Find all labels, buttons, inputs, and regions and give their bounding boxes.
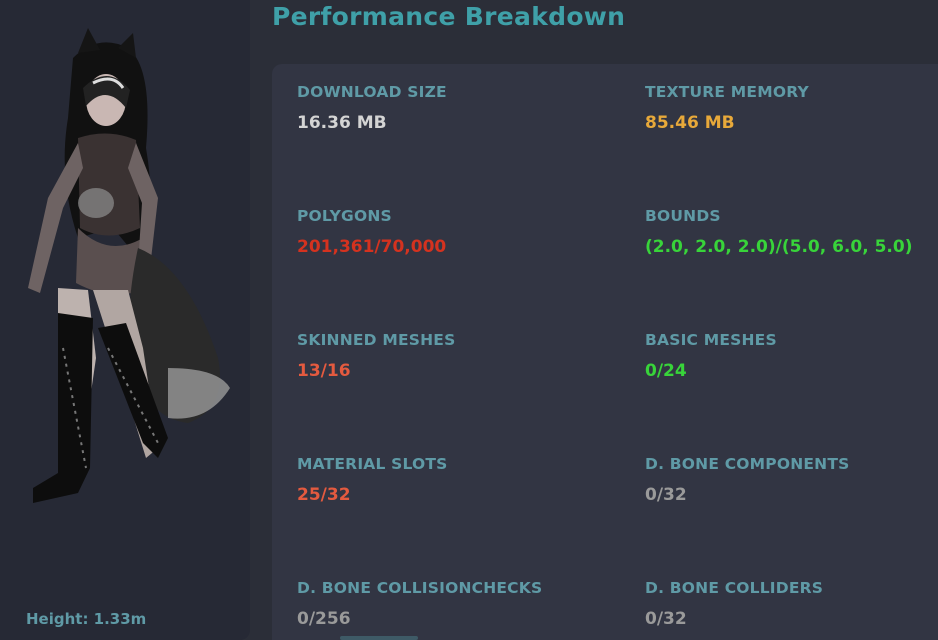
stat-label: D. BONE COLLIDERS [645, 579, 824, 597]
stat-value: 13/16 [297, 361, 351, 381]
stat-value: 85.46 MB [645, 113, 735, 133]
stat-label: BOUNDS [645, 207, 721, 225]
stat-label: DOWNLOAD SIZE [297, 83, 447, 101]
stat-skinned-meshes: SKINNED MESHES 13/16 [297, 331, 455, 381]
stat-value: 25/32 [297, 485, 351, 505]
stat-label: TEXTURE MEMORY [645, 83, 809, 101]
stat-label: POLYGONS [297, 207, 392, 225]
avatar-preview-image [28, 28, 230, 503]
stat-value: 16.36 MB [297, 113, 387, 133]
stat-dbone-collisionchecks: D. BONE COLLISIONCHECKS 0/256 [297, 579, 542, 629]
stat-value: 0/32 [645, 485, 687, 505]
stat-label: MATERIAL SLOTS [297, 455, 448, 473]
avatar-height-label: Height: 1.33m [26, 610, 147, 628]
stat-value: 201,361/70,000 [297, 237, 447, 257]
stat-value: (2.0, 2.0, 2.0)/(5.0, 6.0, 5.0) [645, 237, 913, 257]
stat-material-slots: MATERIAL SLOTS 25/32 [297, 455, 448, 505]
scrollbar[interactable] [340, 636, 418, 640]
avatar-preview-panel: Height: 1.33m [0, 0, 250, 640]
stat-value: 0/32 [645, 609, 687, 629]
stat-dbone-components: D. BONE COMPONENTS 0/32 [645, 455, 849, 505]
stat-basic-meshes: BASIC MESHES 0/24 [645, 331, 777, 381]
stat-value: 0/24 [645, 361, 687, 381]
stat-polygons: POLYGONS 201,361/70,000 [297, 207, 446, 257]
stat-bounds: BOUNDS (2.0, 2.0, 2.0)/(5.0, 6.0, 5.0) [645, 207, 912, 257]
stat-label: D. BONE COMPONENTS [645, 455, 850, 473]
stat-label: BASIC MESHES [645, 331, 777, 349]
stat-label: SKINNED MESHES [297, 331, 456, 349]
stat-value: 0/256 [297, 609, 351, 629]
stat-download-size: DOWNLOAD SIZE 16.36 MB [297, 83, 447, 133]
stat-texture-memory: TEXTURE MEMORY 85.46 MB [645, 83, 809, 133]
stat-label: D. BONE COLLISIONCHECKS [297, 579, 543, 597]
stat-dbone-colliders: D. BONE COLLIDERS 0/32 [645, 579, 823, 629]
page-title: Performance Breakdown [272, 2, 626, 31]
